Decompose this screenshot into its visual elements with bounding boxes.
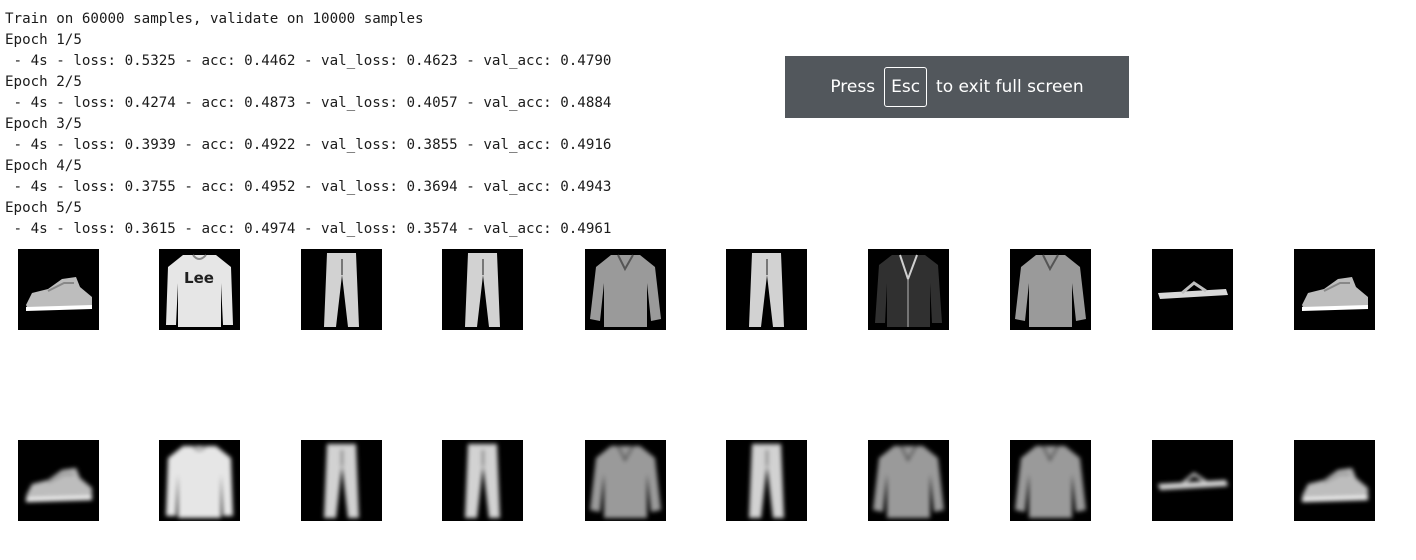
log-line: - 4s - loss: 0.5325 - acc: 0.4462 - val_… bbox=[5, 53, 612, 69]
original-image-2: Lee bbox=[159, 249, 240, 330]
trousers-icon bbox=[749, 444, 784, 518]
original-image-10 bbox=[1294, 249, 1375, 330]
reconstructed-image-8 bbox=[1010, 440, 1091, 521]
log-line: - 4s - loss: 0.3755 - acc: 0.4952 - val_… bbox=[5, 179, 612, 195]
reconstructed-image-1 bbox=[18, 440, 99, 521]
shirt-icon bbox=[1015, 254, 1086, 327]
training-log: Train on 60000 samples, validate on 1000… bbox=[5, 9, 611, 240]
trousers-icon bbox=[749, 253, 784, 327]
original-image-9 bbox=[1152, 249, 1233, 330]
sneaker-icon bbox=[26, 468, 92, 502]
sandal-icon bbox=[1158, 472, 1228, 490]
sneaker-icon bbox=[1302, 277, 1368, 311]
sneaker-icon bbox=[26, 277, 92, 311]
trousers-icon bbox=[465, 253, 500, 327]
reconstructed-image-4 bbox=[442, 440, 523, 521]
trousers-icon bbox=[324, 253, 359, 327]
reconstructed-image-3 bbox=[301, 440, 382, 521]
reconstructed-image-7 bbox=[868, 440, 949, 521]
reconstructed-image-2 bbox=[159, 440, 240, 521]
log-line: Epoch 5/5 bbox=[5, 200, 82, 216]
coat-icon bbox=[875, 254, 942, 327]
shirt-icon bbox=[590, 254, 661, 327]
sweater-icon bbox=[166, 445, 233, 518]
log-line: - 4s - loss: 0.3615 - acc: 0.4974 - val_… bbox=[5, 221, 612, 237]
sweater-icon: Lee bbox=[166, 254, 233, 327]
fullscreen-exit-notice: Press Esc to exit full screen bbox=[785, 56, 1129, 118]
reconstructed-image-10 bbox=[1294, 440, 1375, 521]
esc-key-badge: Esc bbox=[884, 67, 928, 107]
log-line: Epoch 4/5 bbox=[5, 158, 82, 174]
log-line: - 4s - loss: 0.3939 - acc: 0.4922 - val_… bbox=[5, 137, 612, 153]
reconstructed-image-9 bbox=[1152, 440, 1233, 521]
svg-text:Lee: Lee bbox=[184, 269, 214, 287]
trousers-icon bbox=[324, 444, 359, 518]
original-image-5 bbox=[585, 249, 666, 330]
shirt-icon bbox=[1015, 445, 1086, 518]
trousers-icon bbox=[465, 444, 500, 518]
log-line: - 4s - loss: 0.4274 - acc: 0.4873 - val_… bbox=[5, 95, 612, 111]
reconstructed-image-5 bbox=[585, 440, 666, 521]
shirt-icon bbox=[590, 445, 661, 518]
original-image-1 bbox=[18, 249, 99, 330]
original-image-7 bbox=[868, 249, 949, 330]
notice-exit-text: to exit full screen bbox=[936, 77, 1084, 97]
log-line: Train on 60000 samples, validate on 1000… bbox=[5, 11, 424, 27]
log-line: Epoch 1/5 bbox=[5, 32, 82, 48]
log-line: Epoch 2/5 bbox=[5, 74, 82, 90]
original-image-4 bbox=[442, 249, 523, 330]
original-image-3 bbox=[301, 249, 382, 330]
log-line: Epoch 3/5 bbox=[5, 116, 82, 132]
shirt-icon bbox=[873, 445, 944, 518]
notice-press-text: Press bbox=[830, 77, 876, 97]
sneaker-icon bbox=[1302, 468, 1368, 502]
reconstructed-image-6 bbox=[726, 440, 807, 521]
original-image-6 bbox=[726, 249, 807, 330]
original-image-8 bbox=[1010, 249, 1091, 330]
sandal-icon bbox=[1158, 281, 1228, 299]
